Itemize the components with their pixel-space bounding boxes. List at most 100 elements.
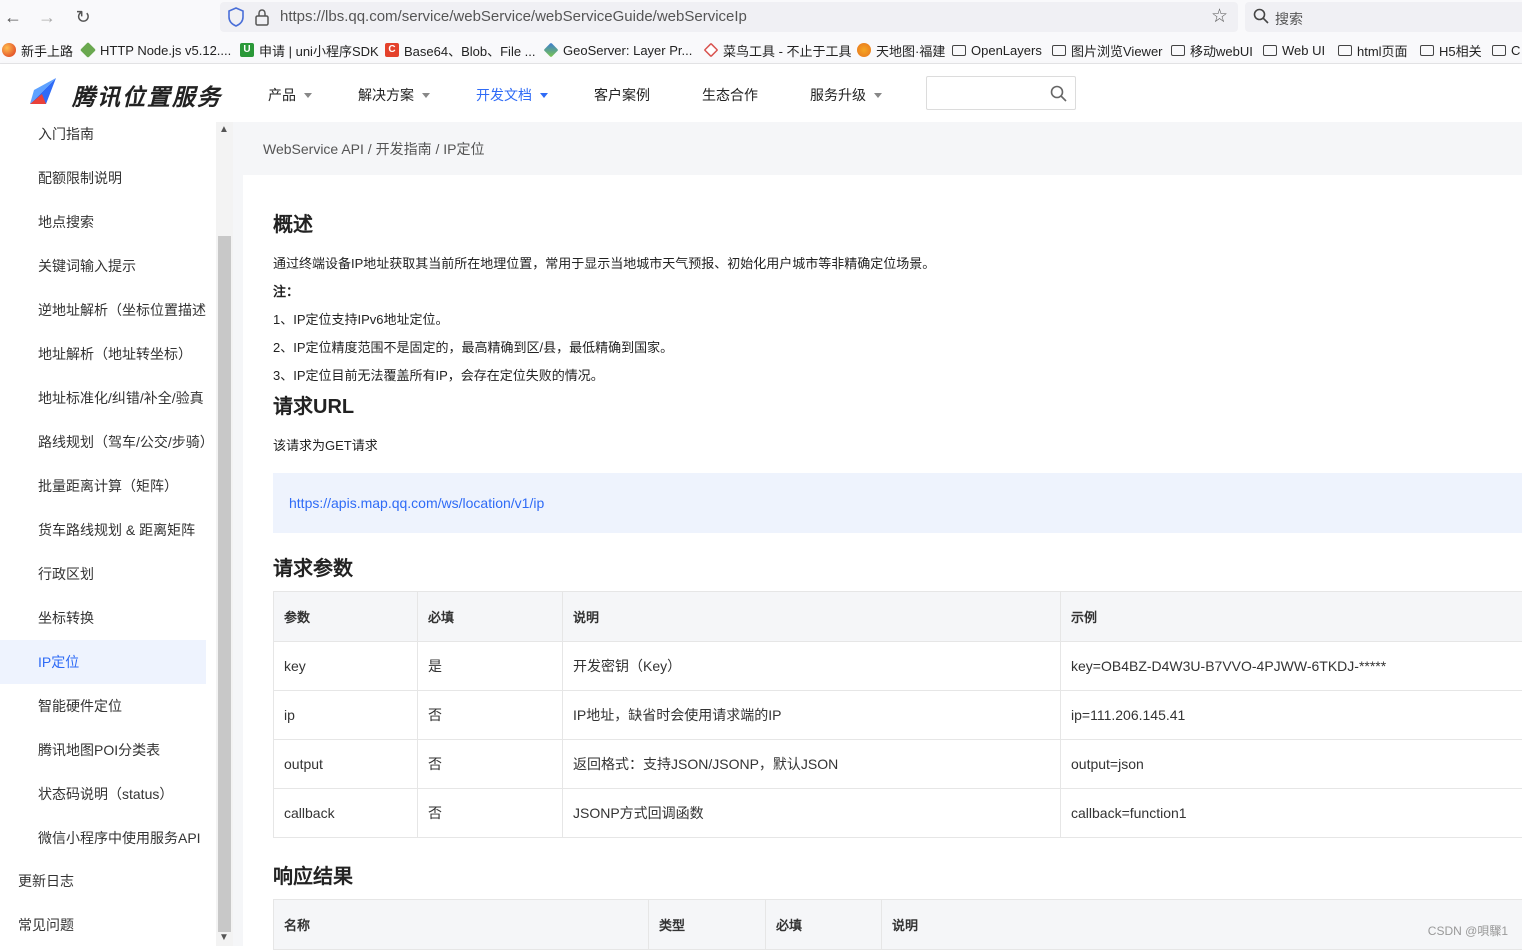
sidebar-item-address-standardize[interactable]: 地址标准化/纠错/补全/验真 xyxy=(0,376,206,420)
folder-icon xyxy=(1420,45,1434,56)
request-method-text: 该请求为GET请求 xyxy=(273,435,378,454)
sidebar-item-suggestion[interactable]: 关键词输入提示 xyxy=(0,244,206,288)
bookmark-star-icon[interactable]: ☆ xyxy=(1211,5,1228,28)
sidebar-item-status-code[interactable]: 状态码说明（status） xyxy=(0,772,206,816)
bookmark-label: html页面 xyxy=(1357,41,1408,60)
sidebar-item-place-search[interactable]: 地点搜索 xyxy=(0,200,206,244)
table-cell: 否 xyxy=(418,789,563,838)
sidebar-item-ip-location[interactable]: IP定位 xyxy=(0,640,206,684)
bookmark-folder[interactable]: Web UI xyxy=(1263,41,1325,59)
nav-docs[interactable]: 开发文档 xyxy=(476,85,548,105)
url-text[interactable]: https://lbs.qq.com/service/webService/we… xyxy=(280,8,747,25)
browser-search-box[interactable]: 搜索 xyxy=(1245,2,1522,32)
sidebar-item-coord-translate[interactable]: 坐标转换 xyxy=(0,596,206,640)
nav-products[interactable]: 产品 xyxy=(268,85,312,105)
nav-solutions[interactable]: 解决方案 xyxy=(358,85,430,105)
bookmark-folder[interactable]: OpenLayers xyxy=(952,41,1042,59)
folder-icon xyxy=(1338,45,1352,56)
back-arrow-icon[interactable]: ← xyxy=(2,6,24,28)
bookmark-label: GeoServer: Layer Pr... xyxy=(563,43,692,58)
address-bar[interactable]: https://lbs.qq.com/service/webService/we… xyxy=(220,2,1238,32)
bookmark-folder[interactable]: 移动webUI xyxy=(1171,41,1253,59)
site-search-input[interactable] xyxy=(926,76,1076,110)
tencent-map-logo-icon[interactable] xyxy=(26,74,62,110)
search-icon[interactable] xyxy=(1050,85,1067,102)
bookmark-item[interactable]: 新手上路 xyxy=(2,41,73,59)
sidebar-scrollbar[interactable]: ▲ ▼ xyxy=(216,122,233,946)
nav-upgrade[interactable]: 服务升级 xyxy=(810,85,882,105)
column-header: 名称 xyxy=(274,900,649,950)
bookmark-label: 申请 | uni小程序SDK xyxy=(259,41,379,60)
bookmark-item[interactable]: U 申请 | uni小程序SDK xyxy=(240,41,379,59)
folder-icon xyxy=(1052,45,1066,56)
bookmark-folder[interactable]: 图片浏览Viewer xyxy=(1052,41,1163,59)
request-url[interactable]: https://apis.map.qq.com/ws/location/v1/i… xyxy=(289,495,544,511)
nav-ecosystem[interactable]: 生态合作 xyxy=(702,85,758,105)
sidebar-item-reverse-geocoder[interactable]: 逆地址解析（坐标位置描述） xyxy=(0,288,206,332)
sidebar-item-district[interactable]: 行政区划 xyxy=(0,552,206,596)
column-header: 示例 xyxy=(1061,592,1522,642)
bookmark-folder[interactable]: H5相关 xyxy=(1420,41,1482,59)
bookmark-folder[interactable]: html页面 xyxy=(1338,41,1408,59)
scroll-up-arrow-icon[interactable]: ▲ xyxy=(219,124,229,135)
column-header: 必填 xyxy=(418,592,563,642)
reload-icon[interactable]: ↻ xyxy=(72,6,94,28)
shield-icon[interactable] xyxy=(228,7,244,27)
bookmark-item[interactable]: 天地图·福建 xyxy=(857,41,945,59)
bookmarks-bar: 新手上路 HTTP Node.js v5.12.... U 申请 | uni小程… xyxy=(0,34,1522,64)
lock-icon[interactable] xyxy=(254,8,270,26)
caret-down-icon xyxy=(540,93,548,98)
table-row: ip 否 IP地址，缺省时会使用请求端的IP ip=111.206.145.41 xyxy=(274,691,1522,740)
brand-name[interactable]: 腾讯位置服务 xyxy=(72,78,222,112)
search-icon xyxy=(1253,8,1269,24)
bookmark-item[interactable]: C Base64、Blob、File ... xyxy=(385,41,536,59)
sidebar-item-miniprogram[interactable]: 微信小程序中使用服务API xyxy=(0,816,206,860)
breadcrumb[interactable]: WebService API / 开发指南 / IP定位 xyxy=(263,139,484,159)
column-header: 说明 xyxy=(882,900,1522,950)
uni-icon: U xyxy=(240,43,254,57)
bookmark-item[interactable]: 菜鸟工具 - 不止于工具 xyxy=(704,41,852,59)
sidebar-item-distance-matrix[interactable]: 批量距离计算（矩阵） xyxy=(0,464,206,508)
request-url-box: https://apis.map.qq.com/ws/location/v1/i… xyxy=(273,473,1522,533)
column-header: 必填 xyxy=(766,900,882,950)
table-cell: output=json xyxy=(1061,740,1522,789)
scrollbar-thumb[interactable] xyxy=(218,236,231,932)
sidebar-item-geocoder[interactable]: 地址解析（地址转坐标） xyxy=(0,332,206,376)
sidebar-item-truck-route[interactable]: 货车路线规划 & 距离矩阵 xyxy=(0,508,206,552)
section-title-request-url: 请求URL xyxy=(273,390,354,419)
table-cell: 开发密钥（Key） xyxy=(563,642,1061,691)
bookmark-label: 菜鸟工具 - 不止于工具 xyxy=(723,41,852,60)
bookmark-label: OpenLayers xyxy=(971,43,1042,58)
browser-toolbar: ← → ↻ https://lbs.qq.com/service/webServ… xyxy=(0,0,1522,34)
sidebar-item-getting-started[interactable]: 入门指南 xyxy=(0,122,206,156)
geoserver-icon xyxy=(544,43,559,58)
table-cell: 否 xyxy=(418,740,563,789)
bookmark-label: Web UI xyxy=(1282,43,1325,58)
nav-cases[interactable]: 客户案例 xyxy=(594,85,650,105)
bookmark-item[interactable]: GeoServer: Layer Pr... xyxy=(544,41,692,59)
sidebar-item-faq[interactable]: 常见问题 xyxy=(0,903,206,946)
table-row: key 是 开发密钥（Key） key=OB4BZ-D4W3U-B7VVO-4P… xyxy=(274,642,1522,691)
table-cell: key=OB4BZ-D4W3U-B7VVO-4PJWW-6TKDJ-***** xyxy=(1061,642,1522,691)
table-cell: JSONP方式回调函数 xyxy=(563,789,1061,838)
response-table: 名称 类型 必填 说明 xyxy=(273,899,1522,950)
table-cell: output xyxy=(274,740,418,789)
site-header: 腾讯位置服务 产品 解决方案 开发文档 客户案例 生态合作 服务升级 xyxy=(0,64,1522,122)
sidebar-item-quota[interactable]: 配额限制说明 xyxy=(0,156,206,200)
sidebar-item-route-planning[interactable]: 路线规划（驾车/公交/步骑） xyxy=(0,420,206,464)
forward-arrow-icon[interactable]: → xyxy=(36,6,58,28)
bookmark-folder[interactable]: C xyxy=(1492,41,1520,59)
sidebar-item-changelog[interactable]: 更新日志 xyxy=(0,859,206,903)
note-item: 1、IP定位支持IPv6地址定位。 xyxy=(273,309,449,328)
folder-icon xyxy=(1492,45,1506,56)
section-title-overview: 概述 xyxy=(273,208,313,237)
section-title-params: 请求参数 xyxy=(273,552,353,581)
sidebar-item-poi-category[interactable]: 腾讯地图POI分类表 xyxy=(0,728,206,772)
scroll-down-arrow-icon[interactable]: ▼ xyxy=(219,932,229,943)
bookmark-item[interactable]: HTTP Node.js v5.12.... xyxy=(81,41,231,59)
firefox-icon xyxy=(2,43,16,57)
bookmark-label: H5相关 xyxy=(1439,41,1482,60)
column-header: 说明 xyxy=(563,592,1061,642)
table-cell: callback xyxy=(274,789,418,838)
sidebar-item-hardware-location[interactable]: 智能硬件定位 xyxy=(0,684,206,728)
